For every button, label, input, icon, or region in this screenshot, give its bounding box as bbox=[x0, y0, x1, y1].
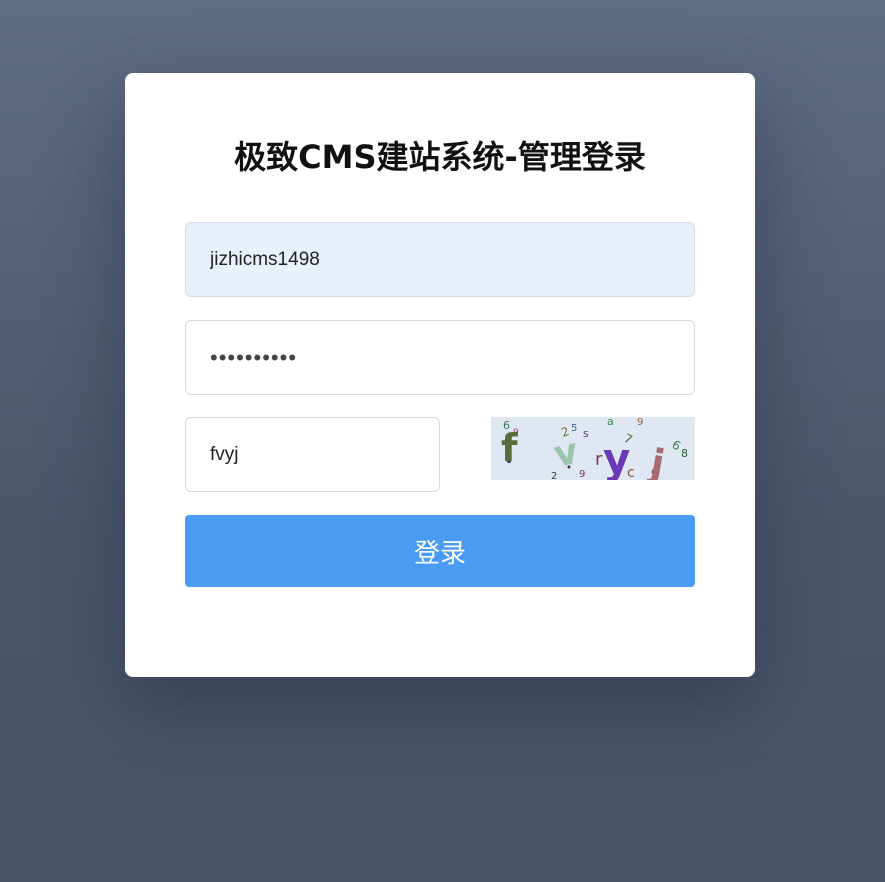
login-button[interactable]: 登录 bbox=[185, 515, 695, 587]
svg-text:r: r bbox=[595, 449, 603, 470]
svg-text:f: f bbox=[501, 426, 518, 470]
svg-text:2: 2 bbox=[551, 471, 557, 480]
svg-text:8: 8 bbox=[681, 447, 688, 460]
svg-text:a: a bbox=[607, 417, 614, 428]
captcha-icon: 6 9 2 5 s a 7 9 r c g 6 8 2 9 f v y j bbox=[491, 417, 695, 480]
captcha-image[interactable]: 6 9 2 5 s a 7 9 r c g 6 8 2 9 f v y j bbox=[491, 417, 695, 480]
username-input[interactable] bbox=[185, 222, 695, 297]
svg-text:s: s bbox=[583, 427, 589, 440]
captcha-input[interactable] bbox=[185, 417, 440, 492]
svg-text:9: 9 bbox=[637, 417, 643, 428]
page-title: 极致CMS建站系统-管理登录 bbox=[234, 138, 646, 176]
login-card: 极致CMS建站系统-管理登录 6 9 2 5 s a 7 9 r c g 6 8… bbox=[125, 73, 755, 677]
password-input[interactable] bbox=[185, 320, 695, 395]
svg-text:y: y bbox=[603, 434, 630, 480]
